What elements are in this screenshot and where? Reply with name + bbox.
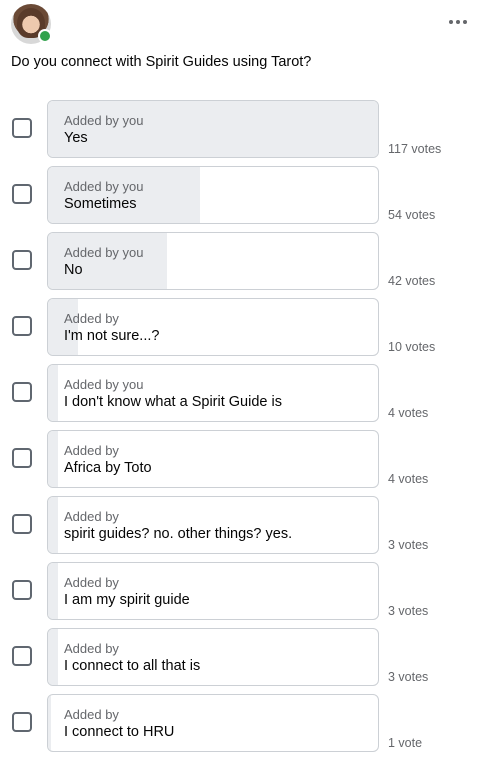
added-by-label: Added by you xyxy=(64,245,144,260)
poll-option-checkbox[interactable] xyxy=(12,382,32,402)
added-by-label: Added by xyxy=(64,443,119,458)
poll-option-button[interactable]: Added by I connect to HRU xyxy=(47,694,379,752)
poll-option-label: I'm not sure...? xyxy=(64,328,160,344)
poll-option-button[interactable]: Added by I am my spirit guide xyxy=(47,562,379,620)
poll-option-label: Africa by Toto xyxy=(64,460,152,476)
more-dot-icon xyxy=(456,20,460,24)
poll-option-button[interactable]: Added by I connect to all that is xyxy=(47,628,379,686)
avatar[interactable] xyxy=(11,4,52,44)
poll-option-row: Added by spirit guides? no. other things?… xyxy=(0,496,492,554)
poll-option-checkbox[interactable] xyxy=(12,514,32,534)
vote-count: 42 votes xyxy=(388,274,436,288)
vote-share-bar xyxy=(48,233,167,289)
vote-count: 117 votes xyxy=(388,142,442,156)
vote-share-bar xyxy=(48,695,52,751)
poll-option-row: Added by you I don't know what a Spirit G… xyxy=(0,364,492,422)
vote-share-bar xyxy=(48,299,78,355)
vote-share-bar xyxy=(48,167,200,223)
vote-count: 3 votes xyxy=(388,538,429,552)
vote-share-bar xyxy=(48,431,58,487)
online-status-dot xyxy=(38,29,52,43)
poll-option-row: Added by I connect to all that is 3 votes xyxy=(0,628,492,686)
vote-share-bar xyxy=(48,101,378,157)
poll-option-button[interactable]: Added by I'm not sure...? xyxy=(47,298,379,356)
poll-option-checkbox[interactable] xyxy=(12,712,32,732)
poll-option-label: No xyxy=(64,262,83,278)
vote-share-bar xyxy=(48,365,58,421)
poll-option-row: Added by Africa by Toto 4 votes xyxy=(0,430,492,488)
added-by-label: Added by xyxy=(64,509,119,524)
poll-option-checkbox[interactable] xyxy=(12,646,32,666)
poll-option-button[interactable]: Added by you Yes xyxy=(47,100,379,158)
poll-option-checkbox[interactable] xyxy=(12,184,32,204)
poll-option-row: Added by you Yes 117 votes xyxy=(0,100,492,158)
poll-option-label: spirit guides? no. other things? yes. xyxy=(64,526,293,542)
poll-option-checkbox[interactable] xyxy=(12,250,32,270)
poll-option-button[interactable]: Added by Africa by Toto xyxy=(47,430,379,488)
vote-count: 3 votes xyxy=(388,670,429,684)
poll-option-label: I connect to HRU xyxy=(64,724,175,740)
vote-count: 1 vote xyxy=(388,736,423,750)
poll-option-checkbox[interactable] xyxy=(12,118,32,138)
added-by-label: Added by xyxy=(64,311,119,326)
poll-option-button[interactable]: Added by you No xyxy=(47,232,379,290)
poll-option-checkbox[interactable] xyxy=(12,448,32,468)
added-by-label: Added by you xyxy=(64,179,144,194)
vote-count: 3 votes xyxy=(388,604,429,618)
added-by-label: Added by xyxy=(64,641,119,656)
poll-option-button[interactable]: Added by spirit guides? no. other things?… xyxy=(47,496,379,554)
poll-option-row: Added by I connect to HRU 1 vote xyxy=(0,694,492,752)
poll-option-label: I am my spirit guide xyxy=(64,592,190,608)
poll-option-row: Added by I am my spirit guide 3 votes xyxy=(0,562,492,620)
poll-options-list: Added by you Yes 117 votes Added by you Some… xyxy=(0,100,492,760)
vote-count: 4 votes xyxy=(388,406,429,420)
poll-option-button[interactable]: Added by you Sometimes xyxy=(47,166,379,224)
vote-share-bar xyxy=(48,629,58,685)
poll-option-label: Sometimes xyxy=(64,196,137,212)
vote-count: 4 votes xyxy=(388,472,429,486)
vote-share-bar xyxy=(48,563,58,619)
poll-question: Do you connect with Spirit Guides using … xyxy=(11,54,312,70)
more-dot-icon xyxy=(449,20,453,24)
added-by-label: Added by you xyxy=(64,113,144,128)
vote-count: 54 votes xyxy=(388,208,436,222)
poll-option-button[interactable]: Added by you I don't know what a Spirit G… xyxy=(47,364,379,422)
vote-count: 10 votes xyxy=(388,340,436,354)
poll-option-row: Added by I'm not sure...? 10 votes xyxy=(0,298,492,356)
poll-option-label: Yes xyxy=(64,130,88,146)
poll-option-checkbox[interactable] xyxy=(12,316,32,336)
more-options-button[interactable] xyxy=(444,10,472,34)
poll-option-label: I connect to all that is xyxy=(64,658,201,674)
poll-option-row: Added by you Sometimes 54 votes xyxy=(0,166,492,224)
vote-share-bar xyxy=(48,497,58,553)
added-by-label: Added by you xyxy=(64,377,144,392)
added-by-label: Added by xyxy=(64,575,119,590)
poll-option-row: Added by you No 42 votes xyxy=(0,232,492,290)
added-by-label: Added by xyxy=(64,707,119,722)
poll-option-checkbox[interactable] xyxy=(12,580,32,600)
more-dot-icon xyxy=(463,20,467,24)
poll-option-label: I don't know what a Spirit Guide is xyxy=(64,394,282,410)
